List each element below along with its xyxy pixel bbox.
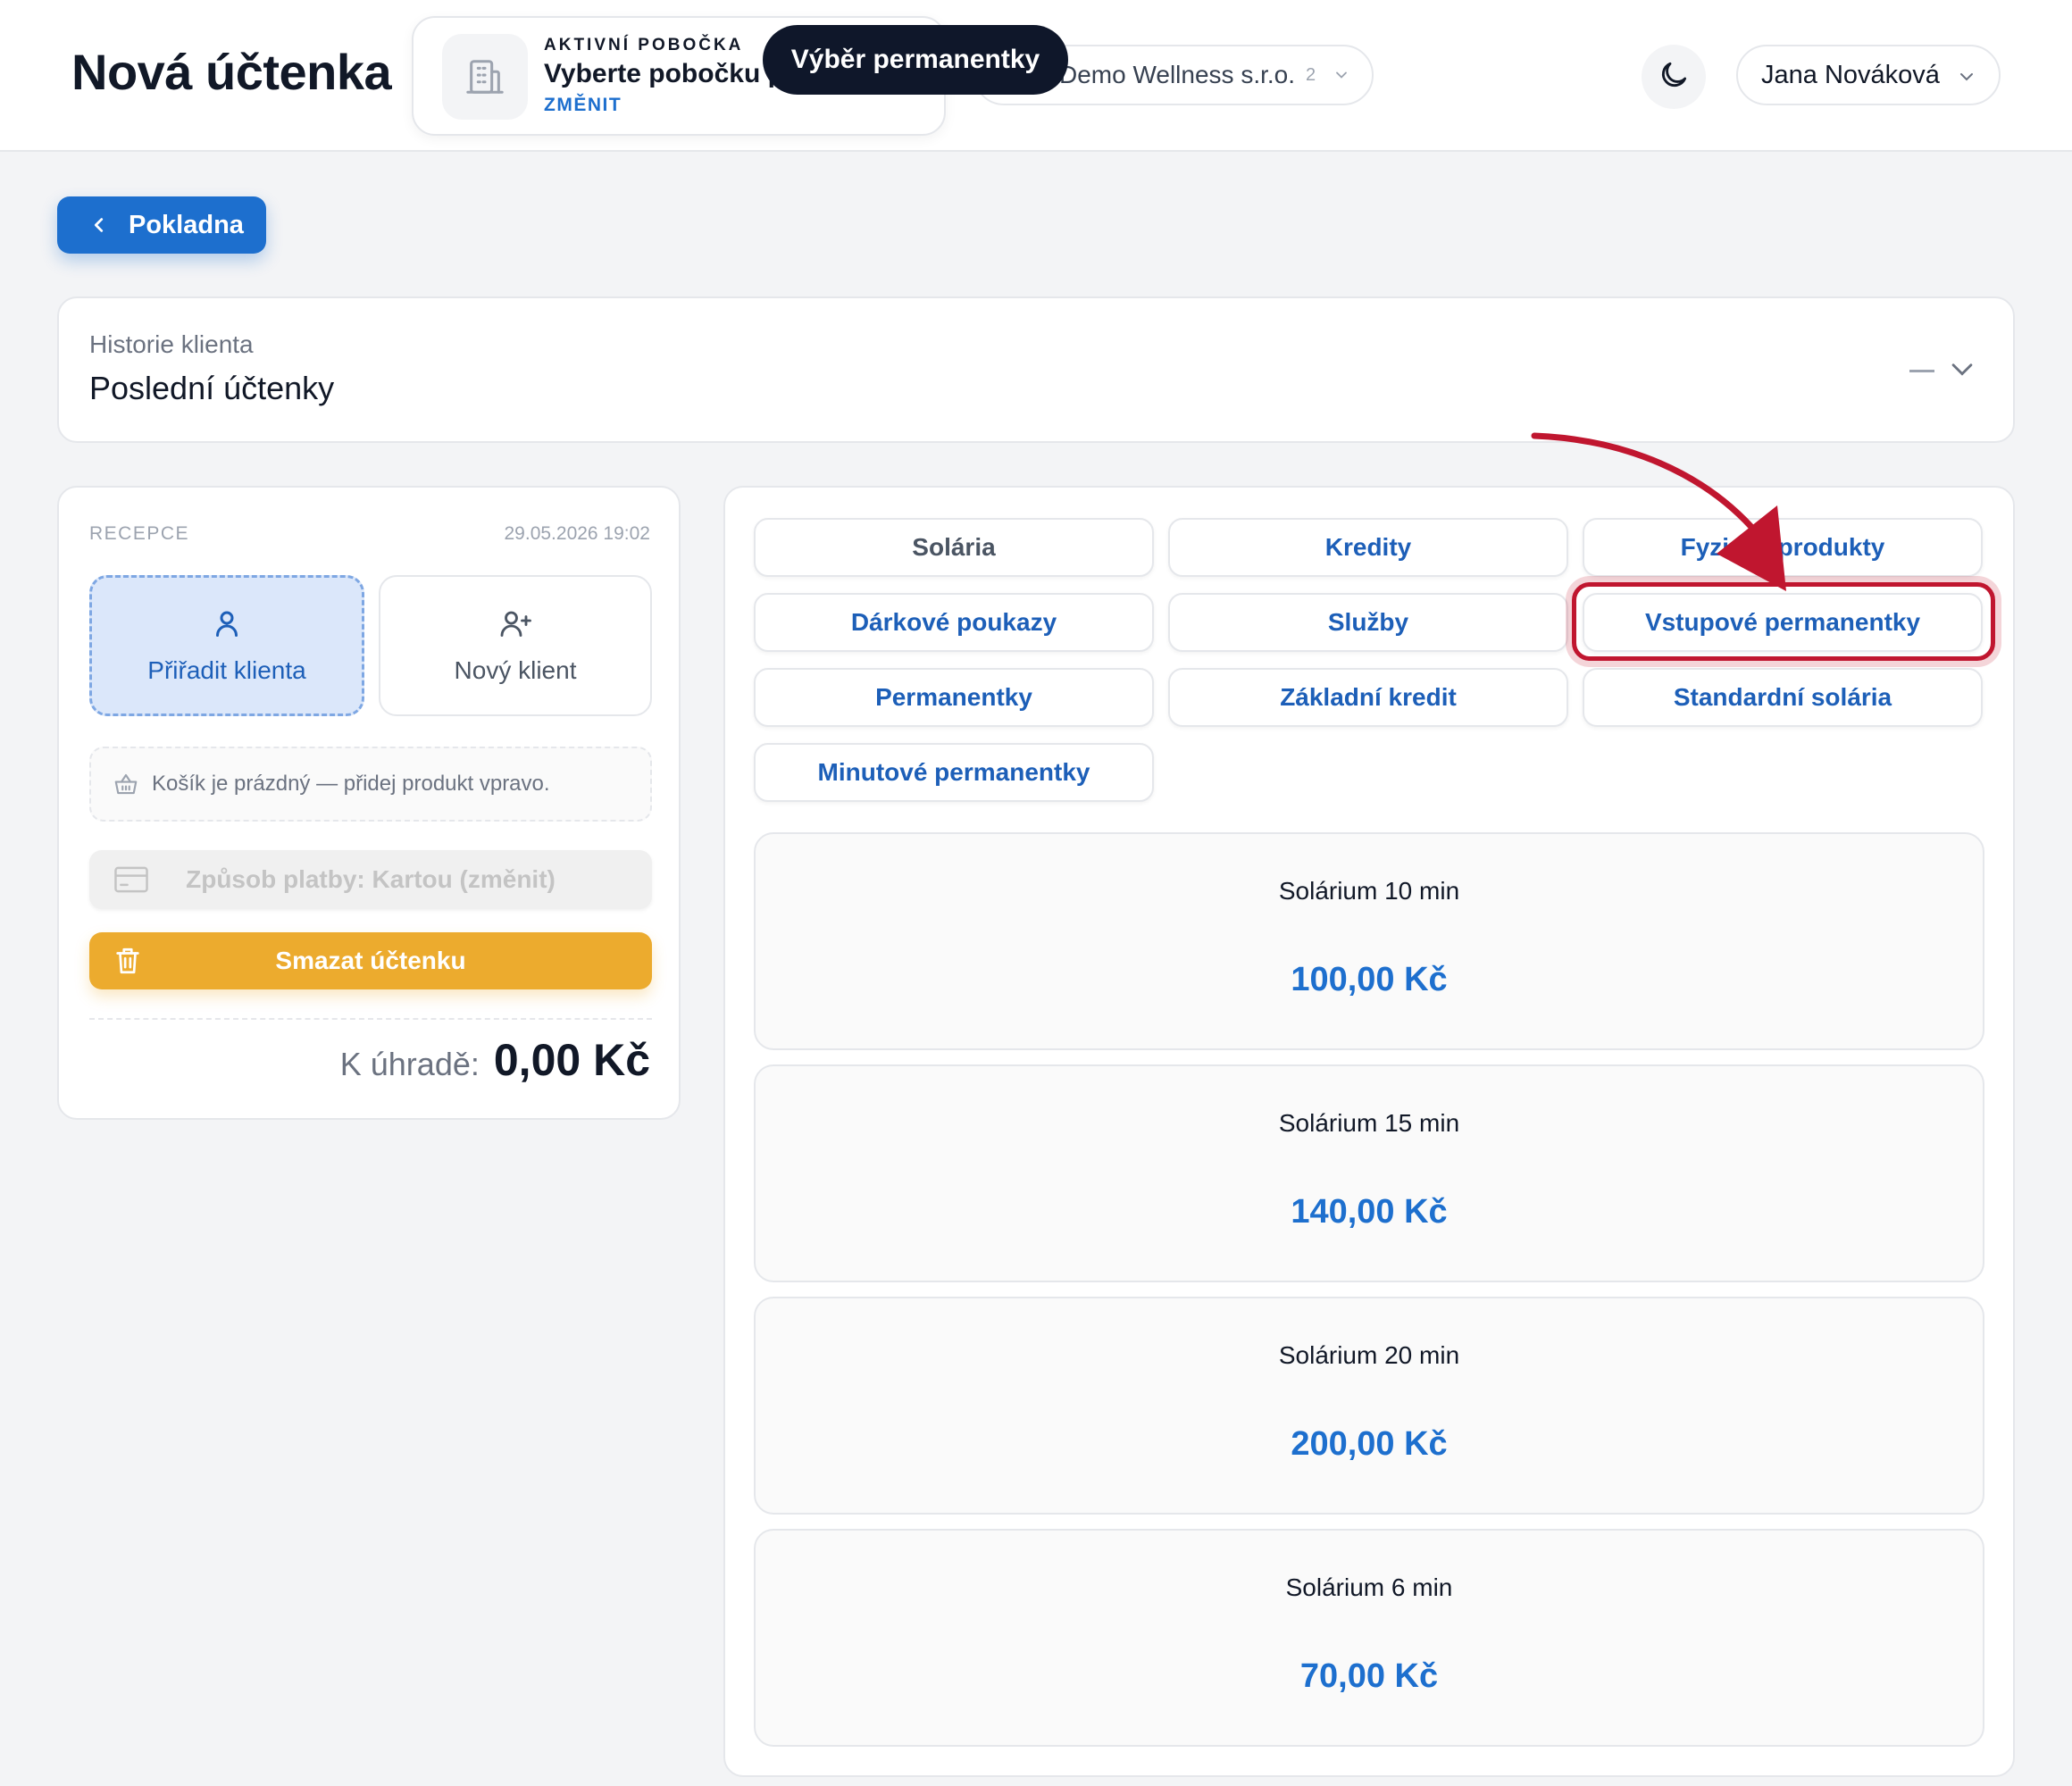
category-standardni-solaria[interactable]: Standardní solária (1583, 668, 1983, 727)
category-darkove-poukazy[interactable]: Dárkové poukazy (754, 593, 1154, 652)
assign-client-label: Přiřadit klienta (147, 655, 306, 684)
receipt-location: RECEPCE (89, 523, 190, 544)
product-catalog-panel: Solária Kredity Fyzické produkty Dárkové… (723, 486, 2015, 1777)
category-zakladni-kredit[interactable]: Základní kredit (1168, 668, 1568, 727)
assign-client-button[interactable]: Přiřadit klienta (89, 575, 364, 716)
branch-label: AKTIVNÍ POBOČKA (544, 36, 744, 54)
chevron-left-icon (89, 215, 109, 235)
chevron-down-icon (1947, 354, 1977, 388)
category-solaria[interactable]: Solária (754, 518, 1154, 577)
category-minutove-permanentky[interactable]: Minutové permanentky (754, 743, 1154, 802)
category-kredity[interactable]: Kredity (1168, 518, 1568, 577)
back-button-label: Pokladna (129, 210, 244, 239)
history-toggle[interactable] (1909, 354, 1977, 388)
total-row: K úhradě: 0,00 Kč (340, 1034, 650, 1086)
branch-name: Vyberte pobočku pro účtenku (544, 59, 776, 88)
back-button[interactable]: Pokladna (57, 196, 266, 254)
company-count: 2 (1306, 64, 1316, 85)
credit-card-icon (114, 866, 148, 893)
history-title: Poslední účtenky (89, 370, 335, 406)
product-price: 140,00 Kč (1291, 1193, 1448, 1231)
basket-icon (113, 771, 139, 797)
category-sluzby[interactable]: Služby (1168, 593, 1568, 652)
product-card[interactable]: Solárium 10 min 100,00 Kč (754, 832, 1984, 1050)
app-header: Nová účtenka AKTIVNÍ POBOČKA Vyberte pob… (0, 0, 2072, 152)
product-name: Solárium 20 min (1278, 1341, 1460, 1369)
product-card[interactable]: Solárium 15 min 140,00 Kč (754, 1064, 1984, 1282)
history-subtitle: Historie klienta (89, 330, 254, 358)
chevron-down-icon (1956, 66, 1977, 92)
total-label: K úhradě: (339, 1046, 480, 1082)
user-name: Jana Nováková (1761, 61, 1940, 89)
company-name: Demo Wellness s.r.o. (1059, 61, 1296, 88)
user-menu[interactable]: Jana Nováková (1736, 45, 2001, 105)
cart-empty-notice: Košík je prázdný — přidej produkt vpravo… (89, 747, 652, 822)
payment-method-label: Způsob platby: Kartou (změnit) (186, 865, 556, 893)
chevron-down-icon (1333, 66, 1350, 88)
delete-receipt-button[interactable]: Smazat účtenku (89, 932, 652, 989)
product-name: Solárium 10 min (1278, 877, 1460, 905)
moon-icon (1657, 58, 1691, 96)
new-client-label: Nový klient (454, 655, 577, 684)
product-price: 70,00 Kč (1299, 1657, 1439, 1695)
total-value: 0,00 Kč (493, 1035, 650, 1085)
branch-change-link[interactable]: ZMĚNIT (544, 95, 622, 116)
payment-method-button[interactable]: Způsob platby: Kartou (změnit) (89, 850, 652, 909)
cart-empty-text: Košík je prázdný — přidej produkt vpravo… (152, 772, 550, 796)
category-permanentky[interactable]: Permanentky (754, 668, 1154, 727)
theme-toggle-button[interactable] (1642, 45, 1706, 109)
tooltip: Výběr permanentky (763, 25, 1068, 95)
page-title: Nová účtenka (71, 44, 392, 100)
product-name: Solárium 15 min (1278, 1109, 1460, 1137)
product-price: 200,00 Kč (1291, 1425, 1448, 1463)
product-card[interactable]: Solárium 20 min 200,00 Kč (754, 1297, 1984, 1515)
divider (89, 1018, 652, 1020)
product-price: 100,00 Kč (1291, 961, 1448, 998)
product-name: Solárium 6 min (1285, 1573, 1453, 1601)
user-icon (211, 607, 243, 644)
minus-icon (1909, 370, 1934, 372)
user-plus-icon (497, 607, 533, 644)
new-client-button[interactable]: Nový klient (379, 575, 652, 716)
trash-icon (113, 945, 143, 977)
receipt-panel: RECEPCE 29.05.2026 19:02 Přiřadit klient… (57, 486, 681, 1120)
building-icon (442, 34, 528, 120)
annotation-arrow-icon (1531, 432, 1786, 591)
delete-receipt-label: Smazat účtenku (275, 947, 466, 974)
receipt-datetime: 29.05.2026 19:02 (504, 523, 651, 544)
product-card[interactable]: Solárium 6 min 70,00 Kč (754, 1529, 1984, 1747)
